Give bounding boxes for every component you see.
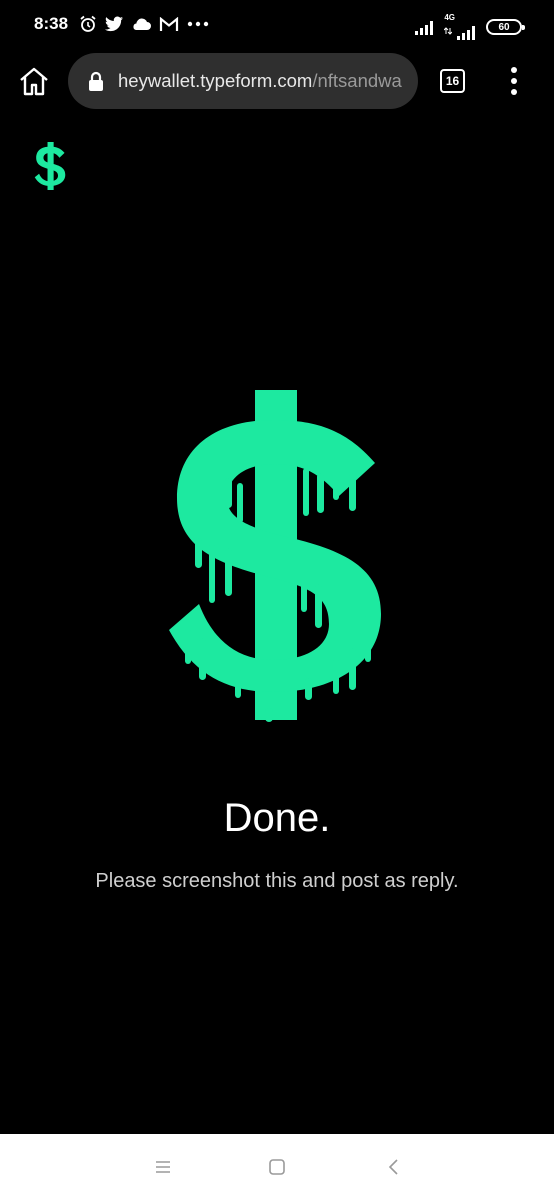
battery-level: 60	[498, 21, 510, 33]
network-type-label: 4G	[444, 13, 455, 22]
status-system-icons: 4G 60	[414, 13, 525, 40]
home-icon	[20, 67, 48, 96]
home-square-icon[interactable]	[266, 1156, 288, 1178]
data-arrows-icon	[443, 27, 453, 35]
url-path: /nftsandwa	[312, 70, 402, 91]
menu-dot	[511, 89, 517, 95]
status-bar: 8:38 4G 60	[0, 0, 554, 50]
twitter-icon	[105, 16, 123, 32]
dripping-dollar-icon	[169, 390, 381, 722]
gmail-icon	[159, 16, 179, 31]
browser-toolbar: heywallet.typeform.com/nftsandwa 16	[0, 50, 554, 112]
battery-indicator: 60	[486, 19, 525, 35]
status-notification-icons	[79, 15, 209, 33]
cloud-icon	[133, 18, 151, 30]
dollar-logo-icon	[34, 142, 66, 190]
browser-menu-button[interactable]	[502, 67, 526, 95]
back-icon[interactable]	[383, 1156, 405, 1178]
tab-switcher-button[interactable]: 16	[440, 69, 465, 93]
alarm-icon	[80, 15, 96, 32]
status-time: 8:38	[34, 14, 69, 33]
recents-icon[interactable]	[152, 1156, 174, 1178]
network-indicator: 4G	[443, 13, 478, 40]
url-host: heywallet.typeform.com	[118, 70, 313, 91]
lock-icon	[89, 71, 103, 91]
menu-dot	[511, 67, 517, 73]
system-navigation-bar	[0, 1134, 554, 1200]
home-button[interactable]	[18, 66, 50, 96]
signal-icon	[415, 21, 434, 35]
page-title: Done.	[223, 796, 331, 840]
signal-icon-2	[457, 26, 475, 40]
tab-count: 16	[445, 74, 460, 88]
more-dots-icon	[187, 21, 209, 27]
page-subtitle: Please screenshot this and post as reply…	[95, 870, 459, 892]
menu-dot	[511, 78, 517, 84]
url-text: heywallet.typeform.com/nftsandwa	[118, 70, 410, 92]
address-bar[interactable]: heywallet.typeform.com/nftsandwa	[68, 53, 418, 109]
